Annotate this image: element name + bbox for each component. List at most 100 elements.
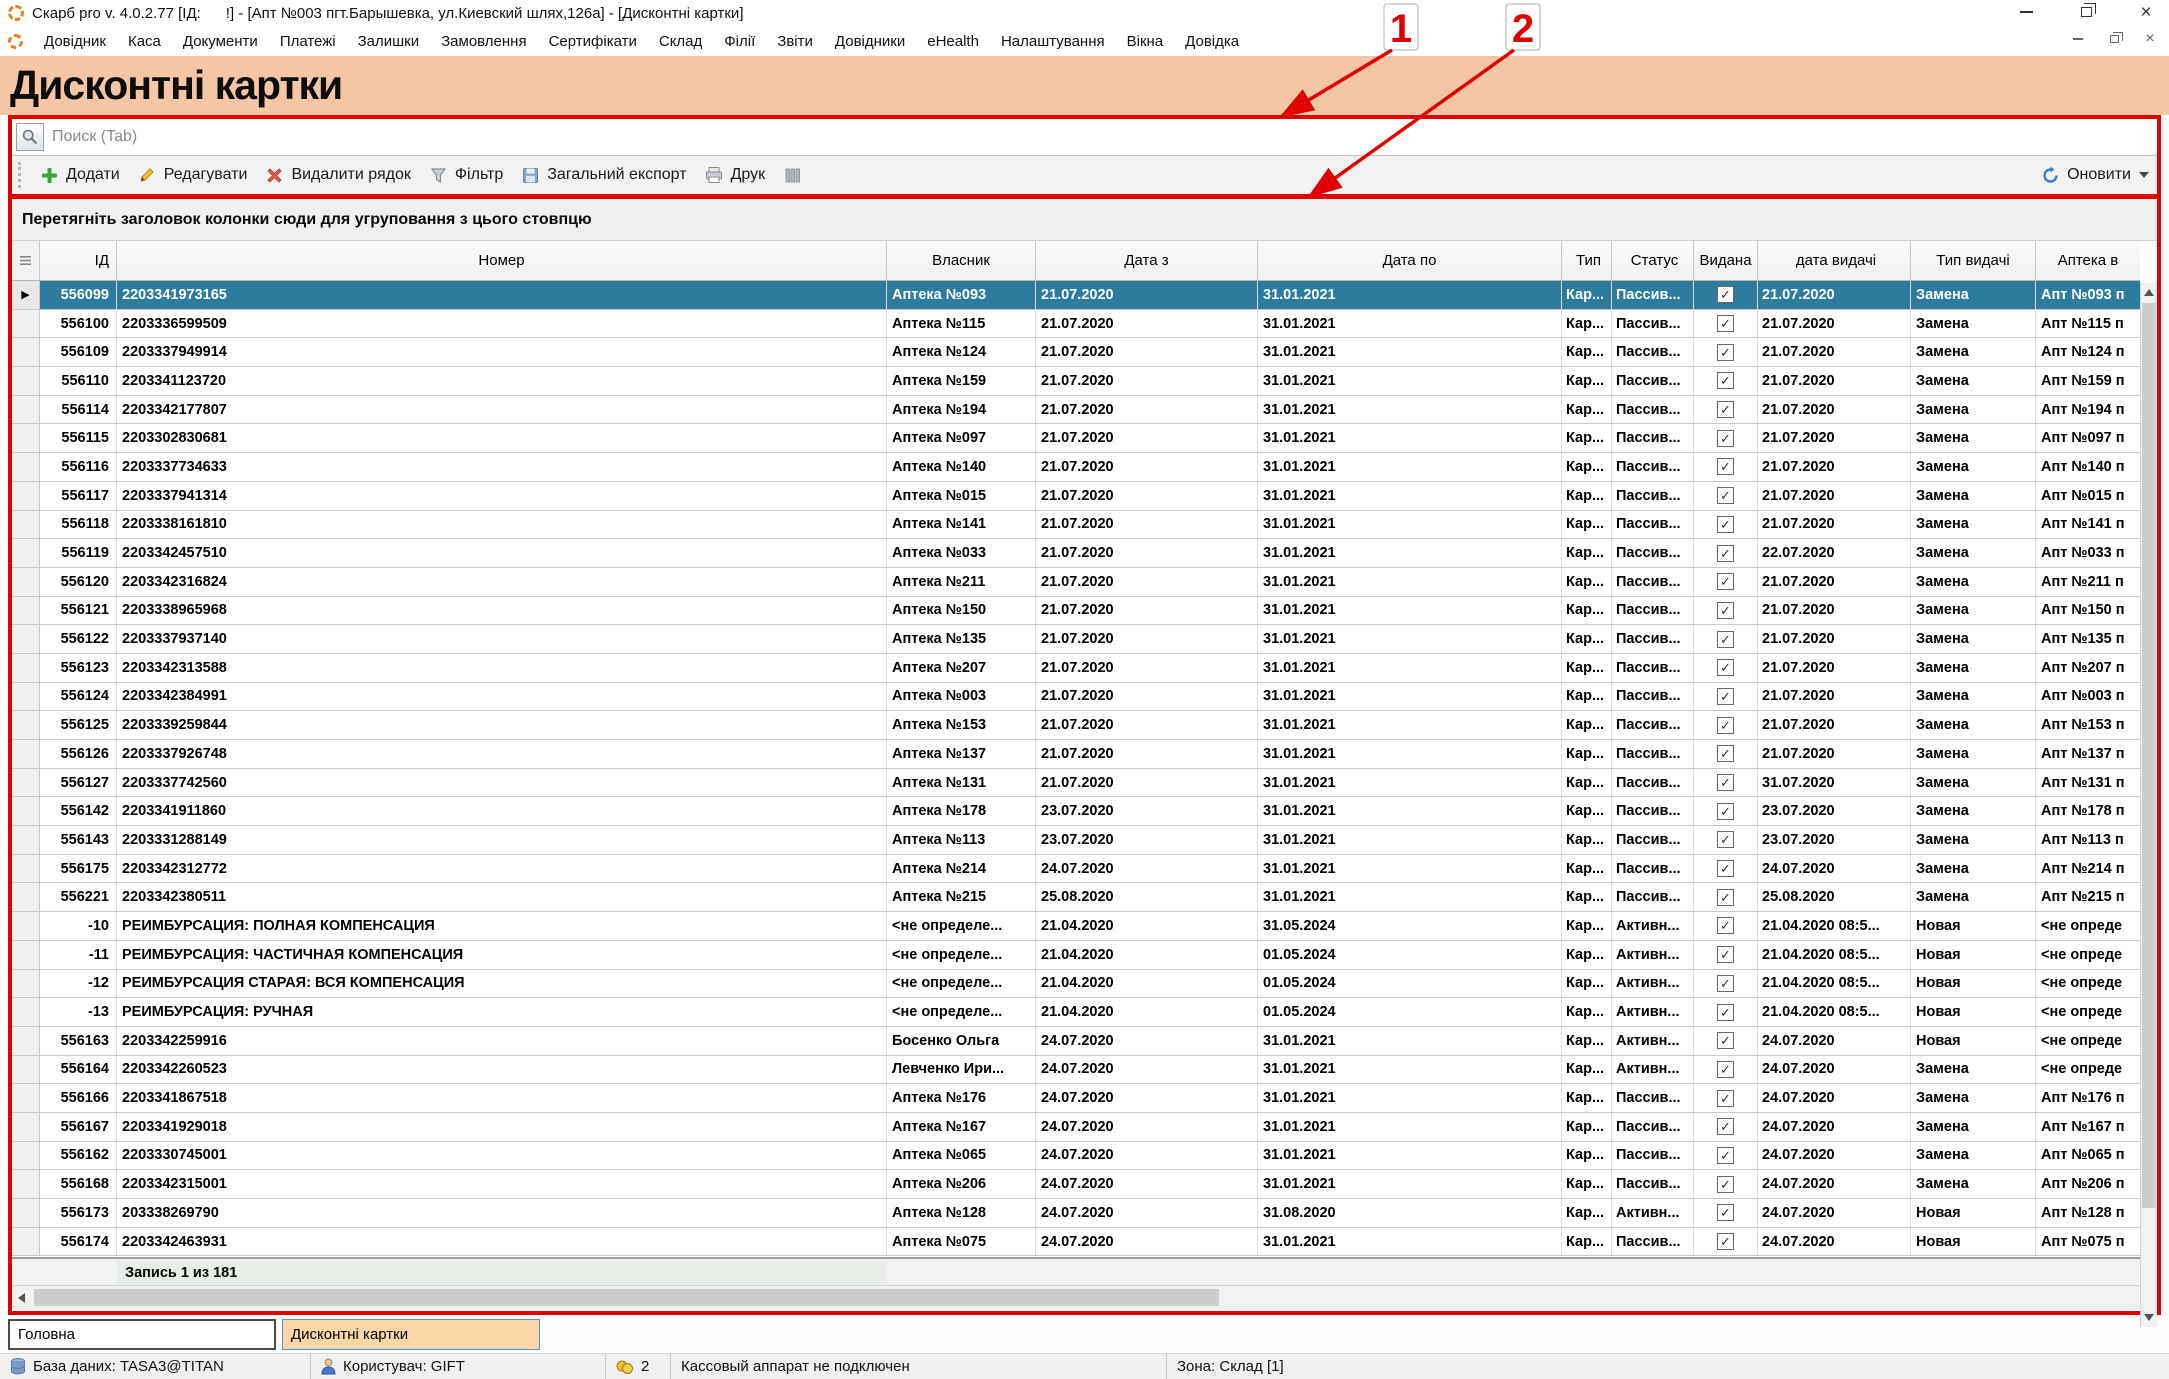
toolbar-grip[interactable] <box>18 162 23 188</box>
column-header[interactable]: Номер <box>117 241 887 280</box>
table-row[interactable]: 5562212203342380511Аптека №21525.08.2020… <box>12 883 2140 912</box>
issued-checkbox[interactable]: ✓ <box>1694 625 1758 653</box>
issued-checkbox[interactable]: ✓ <box>1694 1027 1758 1055</box>
issued-checkbox[interactable]: ✓ <box>1694 855 1758 883</box>
menu-item[interactable]: Довідка <box>1174 29 1250 54</box>
issued-checkbox[interactable]: ✓ <box>1694 769 1758 797</box>
table-row[interactable]: 5561752203342312772Аптека №21424.07.2020… <box>12 855 2140 884</box>
menu-item[interactable]: Довідники <box>824 29 916 54</box>
add-button[interactable]: Додати <box>31 161 129 190</box>
print-button[interactable]: Друк <box>696 161 775 190</box>
menu-item[interactable]: eHealth <box>916 29 990 54</box>
column-header[interactable]: ІД <box>40 241 117 280</box>
issued-checkbox[interactable]: ✓ <box>1694 1113 1758 1141</box>
restore-button[interactable] <box>2073 2 2099 22</box>
column-header[interactable]: Статус <box>1612 241 1694 280</box>
table-row[interactable]: 5561252203339259844Аптека №15321.07.2020… <box>12 711 2140 740</box>
refresh-button[interactable]: Оновити <box>2041 156 2131 194</box>
table-row[interactable]: -13РЕИМБУРСАЦИЯ: РУЧНАЯ<не определе...21… <box>12 998 2140 1027</box>
issued-checkbox[interactable]: ✓ <box>1694 281 1758 309</box>
issued-checkbox[interactable]: ✓ <box>1694 1199 1758 1227</box>
table-row[interactable]: 5561262203337926748Аптека №13721.07.2020… <box>12 740 2140 769</box>
issued-checkbox[interactable]: ✓ <box>1694 568 1758 596</box>
tab-discount-cards[interactable]: Дисконтні картки <box>282 1319 540 1350</box>
issued-checkbox[interactable]: ✓ <box>1694 482 1758 510</box>
export-button[interactable]: Загальний експорт <box>512 161 695 190</box>
issued-checkbox[interactable]: ✓ <box>1694 912 1758 940</box>
menu-item[interactable]: Замовлення <box>430 29 537 54</box>
table-row[interactable]: 5561672203341929018Аптека №16724.07.2020… <box>12 1113 2140 1142</box>
search-icon-button[interactable] <box>16 123 44 151</box>
issued-checkbox[interactable]: ✓ <box>1694 654 1758 682</box>
group-by-panel[interactable]: Перетягніть заголовок колонки сюди для у… <box>12 199 2157 241</box>
table-row[interactable]: 5561172203337941314Аптека №01521.07.2020… <box>12 482 2140 511</box>
tab-home[interactable]: Головна <box>8 1319 276 1350</box>
edit-button[interactable]: Редагувати <box>129 161 257 190</box>
table-row[interactable]: 5561642203342260523Левченко Ири...24.07.… <box>12 1056 2140 1085</box>
issued-checkbox[interactable]: ✓ <box>1694 1056 1758 1084</box>
minimize-button[interactable] <box>2013 2 2039 22</box>
table-row[interactable]: 5561432203331288149Аптека №11323.07.2020… <box>12 826 2140 855</box>
issued-checkbox[interactable]: ✓ <box>1694 338 1758 366</box>
issued-checkbox[interactable]: ✓ <box>1694 1228 1758 1256</box>
toolbar-dropdown-icon[interactable] <box>2139 172 2149 178</box>
issued-checkbox[interactable]: ✓ <box>1694 970 1758 998</box>
table-row[interactable]: 5561142203342177807Аптека №19421.07.2020… <box>12 396 2140 425</box>
menu-item[interactable]: Каса <box>117 29 172 54</box>
delete-row-button[interactable]: Видалити рядок <box>256 161 419 190</box>
table-row[interactable]: 5561102203341123720Аптека №15921.07.2020… <box>12 367 2140 396</box>
issued-checkbox[interactable]: ✓ <box>1694 453 1758 481</box>
issued-checkbox[interactable]: ✓ <box>1694 998 1758 1026</box>
scroll-left-icon[interactable] <box>18 1293 25 1303</box>
issued-checkbox[interactable]: ✓ <box>1694 396 1758 424</box>
table-row[interactable]: 5561632203342259916Босенко Ольга24.07.20… <box>12 1027 2140 1056</box>
table-row[interactable]: 5561232203342313588Аптека №20721.07.2020… <box>12 654 2140 683</box>
mdi-close-button[interactable]: × <box>2139 30 2161 48</box>
column-header[interactable]: Тип видачі <box>1911 241 2036 280</box>
close-button[interactable]: × <box>2133 2 2159 22</box>
vertical-scroll-thumb[interactable] <box>2142 303 2156 1208</box>
menu-item[interactable]: Філії <box>713 29 766 54</box>
vertical-scrollbar[interactable] <box>2140 283 2157 1327</box>
issued-checkbox[interactable]: ✓ <box>1694 797 1758 825</box>
menu-item[interactable]: Платежі <box>269 29 347 54</box>
table-row[interactable]: 556173203338269790Аптека №12824.07.20203… <box>12 1199 2140 1228</box>
table-row[interactable]: -11РЕИМБУРСАЦИЯ: ЧАСТИЧНАЯ КОМПЕНСАЦИЯ<н… <box>12 941 2140 970</box>
menu-item[interactable]: Документи <box>172 29 269 54</box>
menu-item[interactable]: Налаштування <box>990 29 1116 54</box>
table-row[interactable]: -10РЕИМБУРСАЦИЯ: ПОЛНАЯ КОМПЕНСАЦИЯ<не о… <box>12 912 2140 941</box>
table-row[interactable]: 5561192203342457510Аптека №03321.07.2020… <box>12 539 2140 568</box>
issued-checkbox[interactable]: ✓ <box>1694 1142 1758 1170</box>
table-row[interactable]: 5561162203337734633Аптека №14021.07.2020… <box>12 453 2140 482</box>
column-header[interactable]: Тип <box>1562 241 1612 280</box>
table-row[interactable]: -12РЕИМБУРСАЦИЯ СТАРАЯ: ВСЯ КОМПЕНСАЦИЯ<… <box>12 970 2140 999</box>
horizontal-scrollbar[interactable] <box>12 1285 2157 1309</box>
columns-button[interactable] <box>774 161 811 190</box>
issued-checkbox[interactable]: ✓ <box>1694 310 1758 338</box>
issued-checkbox[interactable]: ✓ <box>1694 367 1758 395</box>
issued-checkbox[interactable]: ✓ <box>1694 883 1758 911</box>
issued-checkbox[interactable]: ✓ <box>1694 683 1758 711</box>
issued-checkbox[interactable]: ✓ <box>1694 1170 1758 1198</box>
mdi-minimize-button[interactable] <box>2067 30 2089 48</box>
table-row[interactable]: 5561662203341867518Аптека №17624.07.2020… <box>12 1084 2140 1113</box>
column-header[interactable]: дата видачі <box>1758 241 1911 280</box>
issued-checkbox[interactable]: ✓ <box>1694 711 1758 739</box>
issued-checkbox[interactable]: ✓ <box>1694 941 1758 969</box>
column-header[interactable]: Дата по <box>1258 241 1562 280</box>
menu-item[interactable]: Довідник <box>33 29 117 54</box>
menu-item[interactable]: Вікна <box>1116 29 1175 54</box>
table-row[interactable]: 5561272203337742560Аптека №13121.07.2020… <box>12 769 2140 798</box>
issued-checkbox[interactable]: ✓ <box>1694 1084 1758 1112</box>
filter-button[interactable]: Фільтр <box>420 161 512 190</box>
table-row[interactable]: 5561002203336599509Аптека №11521.07.2020… <box>12 310 2140 339</box>
menu-item[interactable]: Залишки <box>347 29 431 54</box>
issued-checkbox[interactable]: ✓ <box>1694 539 1758 567</box>
table-row[interactable]: 5561212203338965968Аптека №15021.07.2020… <box>12 597 2140 626</box>
table-row[interactable]: ▶5560992203341973165Аптека №09321.07.202… <box>12 281 2140 310</box>
table-row[interactable]: 5561742203342463931Аптека №07524.07.2020… <box>12 1228 2140 1257</box>
table-row[interactable]: 5561092203337949914Аптека №12421.07.2020… <box>12 338 2140 367</box>
menu-item[interactable]: Звіти <box>766 29 824 54</box>
table-row[interactable]: 5561202203342316824Аптека №21121.07.2020… <box>12 568 2140 597</box>
table-row[interactable]: 5561622203330745001Аптека №06524.07.2020… <box>12 1142 2140 1171</box>
